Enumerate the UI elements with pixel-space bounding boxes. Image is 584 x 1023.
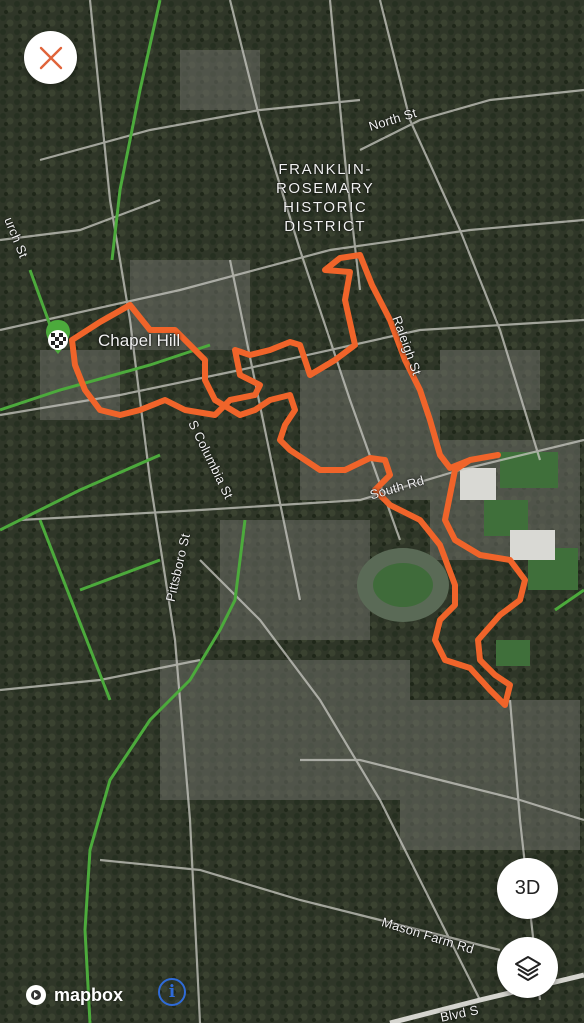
satellite-basemap	[0, 0, 584, 1023]
mapbox-wordmark: mapbox	[54, 984, 124, 1005]
mapbox-icon	[26, 985, 46, 1005]
mapbox-logo: mapbox	[24, 983, 123, 1007]
info-button[interactable]: i	[158, 978, 186, 1006]
3d-toggle-button[interactable]: 3D	[497, 858, 558, 919]
layers-icon	[514, 955, 541, 981]
close-icon	[39, 46, 62, 69]
checkered-flag-icon[interactable]	[44, 318, 72, 356]
district-label: FRANKLIN- ROSEMARY HISTORIC DISTRICT	[276, 161, 375, 235]
map-view[interactable]: FRANKLIN- ROSEMARY HISTORIC DISTRICT Cha…	[0, 0, 584, 1023]
city-label: Chapel Hill	[98, 331, 181, 350]
layers-button[interactable]	[497, 937, 558, 998]
close-button[interactable]	[24, 31, 77, 84]
